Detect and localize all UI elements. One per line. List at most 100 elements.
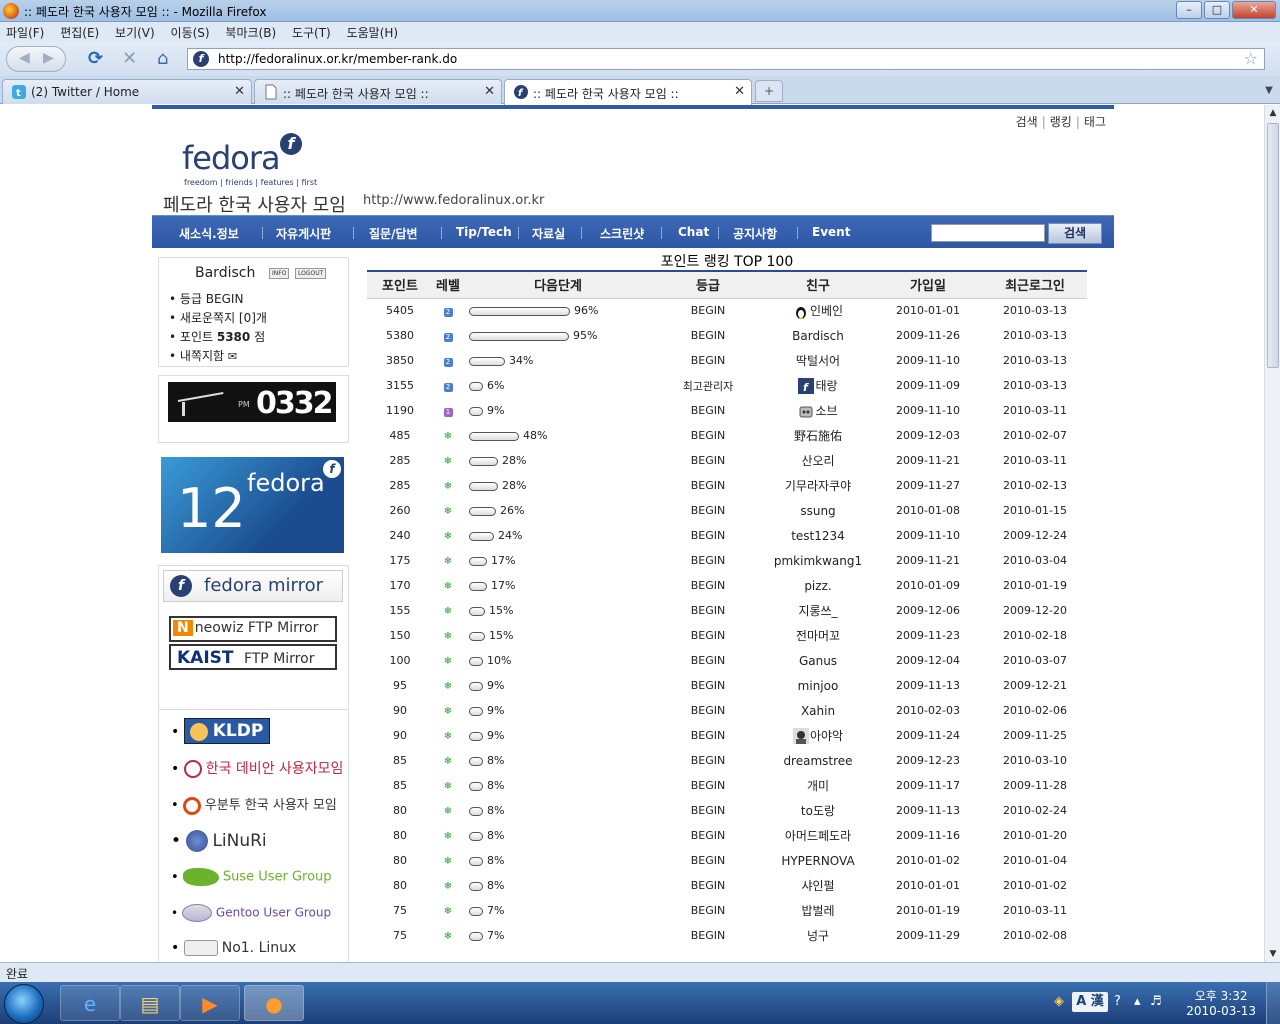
cell-friend[interactable]: 아야악 [763,723,873,748]
minimize-button[interactable]: – [1176,1,1202,19]
friend-name[interactable]: Bardisch [792,329,844,343]
cell-friend[interactable]: 전마머꼬 [763,623,873,648]
friend-name[interactable]: 샤인펄 [801,879,834,893]
friend-name[interactable]: 野石施佑 [794,429,842,443]
cell-friend[interactable]: 딱털서어 [763,348,873,373]
friend-name[interactable]: 넝구 [807,929,829,943]
cell-friend[interactable]: 산오리 [763,448,873,473]
friend-name[interactable]: pizz. [804,579,831,593]
nav-qna[interactable]: 질문/답변 [369,225,418,242]
cell-friend[interactable]: Xahin [763,698,873,723]
debian-link[interactable]: 한국 데비안 사용자모임 [171,758,343,778]
friend-name[interactable]: ssung [800,504,835,518]
friend-name[interactable]: 기무라자쿠야 [785,479,851,493]
nav-chat[interactable]: Chat [678,225,709,239]
friend-name[interactable]: 산오리 [801,454,834,468]
site-search-input[interactable] [931,224,1045,242]
cell-friend[interactable]: dreamstree [763,748,873,773]
media-player-taskbar-icon[interactable]: ▶ [180,985,240,1021]
forward-arrow-icon[interactable]: ▶ [43,50,54,66]
friend-name[interactable]: minjoo [798,679,839,693]
tab-fedora-active[interactable]: f :: 페도라 한국 사용자 모임 :: ✕ [504,79,752,105]
home-icon[interactable]: ⌂ [157,48,168,70]
new-tab-button[interactable]: + [755,80,783,102]
top-link-tags[interactable]: 태그 [1082,115,1108,129]
tab-close-icon[interactable]: ✕ [484,84,495,99]
friend-name[interactable]: HYPERNOVA [781,854,854,868]
bookmark-star-icon[interactable]: ☆ [1244,49,1258,68]
logout-button[interactable]: LOGOUT [295,268,327,279]
cell-friend[interactable]: Bardisch [763,323,873,348]
friend-name[interactable]: 밥벌레 [801,904,834,918]
volume-icon[interactable]: ♬ [1150,994,1162,1009]
cell-friend[interactable]: f 태랑 [763,373,873,398]
back-arrow-icon[interactable]: ◀ [19,50,30,66]
vertical-scrollbar[interactable]: ▲ ▼ [1264,105,1280,962]
ubuntu-link[interactable]: 우분투 한국 사용자 모임 [171,794,337,815]
no1linux-link[interactable]: No1. Linux [171,940,296,956]
nav-tiptech[interactable]: Tip/Tech [456,225,512,239]
top-link-search[interactable]: 검색 [1014,115,1040,129]
cell-friend[interactable]: minjoo [763,673,873,698]
user-name[interactable]: Bardisch [195,265,255,281]
tab-close-icon[interactable]: ✕ [234,84,245,99]
cell-friend[interactable]: to도랑 [763,798,873,823]
url-bar[interactable]: f http://fedoralinux.or.kr/member-rank.d… [187,48,1265,70]
help-icon[interactable]: ? [1114,994,1121,1009]
top-link-ranking[interactable]: 랭킹 [1048,115,1074,129]
explorer-taskbar-icon[interactable]: ▤ [120,985,180,1021]
ime-indicator[interactable]: A 漢 [1072,992,1108,1012]
fedora-logo[interactable]: fedora f freedom | friends | features | … [182,133,317,193]
start-button[interactable] [4,984,44,1024]
list-all-tabs-icon[interactable]: ▼ [1262,80,1276,102]
tab-twitter[interactable]: t (2) Twitter / Home ✕ [2,79,252,104]
scroll-thumb[interactable] [1267,123,1279,368]
nav-notice[interactable]: 공지사항 [733,225,777,242]
nav-screenshot[interactable]: 스크린샷 [600,225,644,242]
show-desktop-button[interactable] [1266,982,1280,1024]
shield-icon[interactable]: ◈ [1054,994,1064,1009]
cell-friend[interactable]: 밥벌레 [763,898,873,923]
user-messagebox[interactable]: 내쪽지함 ✉ [169,347,267,366]
reload-icon[interactable]: ⟳ [88,48,103,70]
menu-view[interactable]: 보기(V) [109,22,161,43]
menu-help[interactable]: 도움말(H) [341,22,405,43]
nav-event[interactable]: Event [812,225,850,239]
friend-name[interactable]: to도랑 [801,804,835,818]
nav-archive[interactable]: 자료실 [532,225,565,242]
friend-name[interactable]: 인베인 [810,304,843,318]
cell-friend[interactable]: 개미 [763,773,873,798]
scroll-down-icon[interactable]: ▼ [1265,946,1280,962]
cell-friend[interactable]: pizz. [763,573,873,598]
suse-link[interactable]: Suse User Group [171,868,332,886]
cell-friend[interactable]: pmkimkwang1 [763,548,873,573]
cell-friend[interactable]: 기무라자쿠야 [763,473,873,498]
friend-name[interactable]: pmkimkwang1 [774,554,862,568]
tab-close-icon[interactable]: ✕ [734,84,745,99]
menu-tools[interactable]: 도구(T) [286,22,337,43]
maximize-button[interactable]: □ [1204,1,1230,19]
friend-name[interactable]: test1234 [791,529,845,543]
menu-edit[interactable]: 편집(E) [54,22,105,43]
friend-name[interactable]: dreamstree [783,754,852,768]
cell-friend[interactable]: 샤인펄 [763,873,873,898]
friend-name[interactable]: Xahin [801,704,835,718]
cell-friend[interactable]: Ganus [763,648,873,673]
friend-name[interactable]: 개미 [807,779,829,793]
kldp-link[interactable]: KLDP [171,718,271,744]
scroll-up-icon[interactable]: ▲ [1265,105,1280,121]
nav-news[interactable]: 새소식.정보 [179,225,239,242]
info-button[interactable]: INFO [269,268,290,279]
tray-chevron-icon[interactable]: ▴ [1134,994,1141,1009]
friend-name[interactable]: 아머드페도라 [785,829,851,843]
cell-friend[interactable]: 아머드페도라 [763,823,873,848]
friend-name[interactable]: 태랑 [815,379,837,393]
user-new-messages[interactable]: 새로운쪽지 [0]개 [169,309,267,328]
fedora-12-banner[interactable]: 12 fedora f [161,457,344,553]
friend-name[interactable]: 지롱쓰_ [798,604,837,618]
firefox-taskbar-icon[interactable]: ● [244,985,304,1021]
tab-fedora-1[interactable]: :: 페도라 한국 사용자 모임 :: ✕ [254,79,502,104]
url-text[interactable]: http://fedoralinux.or.kr/member-rank.do [218,52,457,66]
cell-friend[interactable]: 野石施佑 [763,423,873,448]
cell-friend[interactable]: 지롱쓰_ [763,598,873,623]
